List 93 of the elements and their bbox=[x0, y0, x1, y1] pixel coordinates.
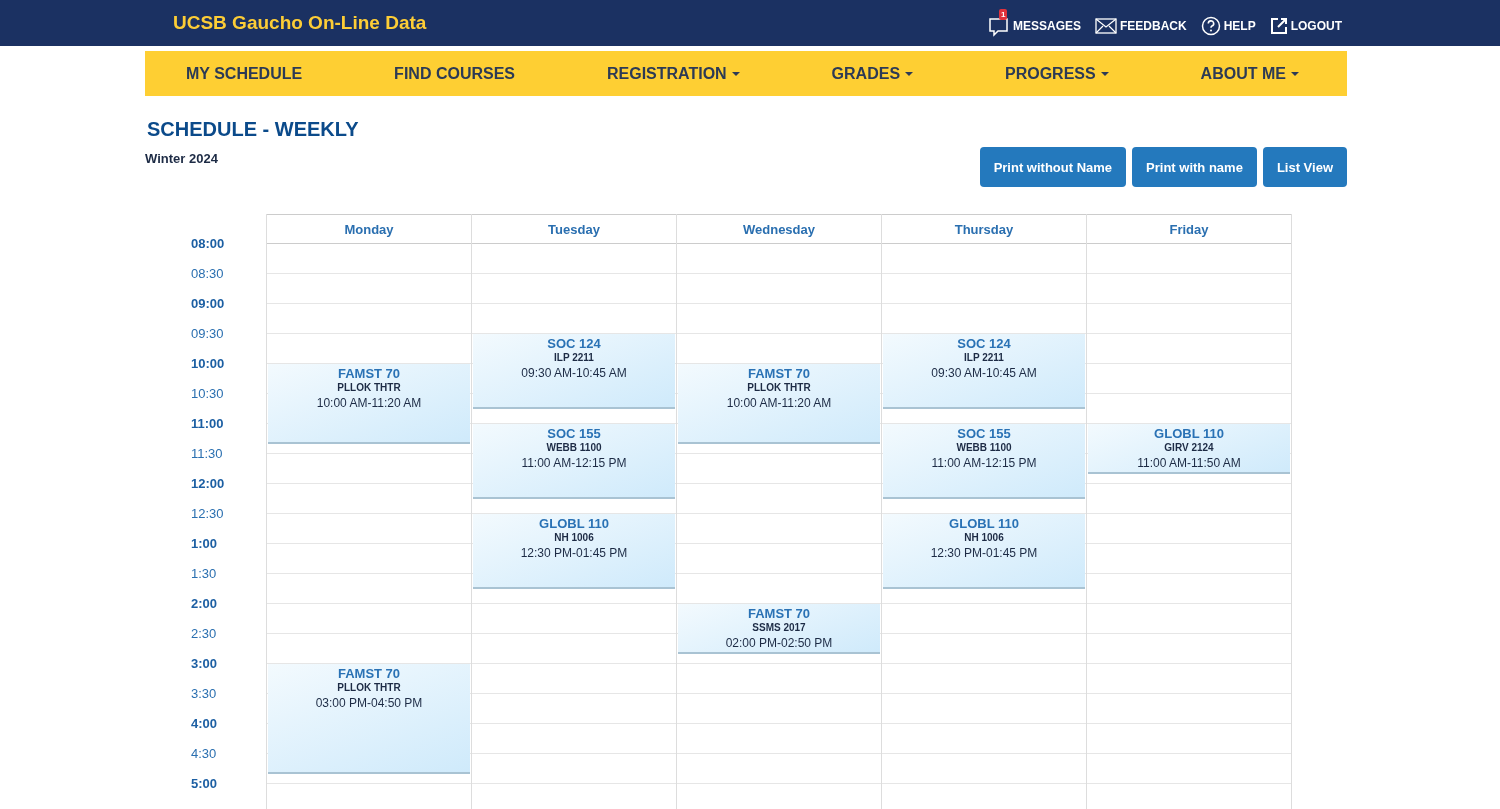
time-label: 08:30 bbox=[190, 267, 225, 283]
class-block[interactable]: FAMST 70 SSMS 2017 02:00 PM-02:50 PM bbox=[678, 604, 880, 654]
room-label: WEBB 1100 bbox=[546, 442, 602, 453]
action-button[interactable]: Print without Name bbox=[979, 147, 1127, 187]
class-block[interactable]: FAMST 70 PLLOK THTR 03:00 PM-04:50 PM bbox=[268, 664, 470, 774]
day-header: Friday bbox=[1087, 214, 1291, 244]
class-time: 11:00 AM-12:15 PM bbox=[521, 456, 627, 470]
class-time: 02:00 PM-02:50 PM bbox=[725, 636, 833, 650]
envelope-icon bbox=[1095, 18, 1117, 34]
course-code: GLOBL 110 bbox=[539, 516, 609, 531]
room-label: ILP 2211 bbox=[554, 352, 594, 363]
course-code: FAMST 70 bbox=[747, 606, 811, 621]
class-time: 11:00 AM-12:15 PM bbox=[931, 456, 1037, 470]
room-label: PLLOK THTR bbox=[337, 682, 401, 693]
message-count: 1 bbox=[998, 9, 1008, 20]
class-block[interactable]: FAMST 70 PLLOK THTR 10:00 AM-11:20 AM bbox=[268, 364, 470, 444]
caret-icon bbox=[1290, 71, 1299, 76]
time-label: 12:30 bbox=[190, 507, 225, 523]
nav-item[interactable]: FIND COURSES bbox=[394, 64, 515, 83]
caret-icon bbox=[1100, 71, 1109, 76]
class-block[interactable]: GLOBL 110 NH 1006 12:30 PM-01:45 PM bbox=[473, 514, 675, 589]
course-code: SOC 155 bbox=[547, 426, 601, 441]
course-code: SOC 155 bbox=[957, 426, 1011, 441]
class-block[interactable]: SOC 124 ILP 2211 09:30 AM-10:45 AM bbox=[473, 334, 675, 409]
site-title: UCSB Gaucho On-Line Data bbox=[173, 12, 427, 34]
nav-item[interactable]: REGISTRATION bbox=[606, 64, 740, 83]
course-code: FAMST 70 bbox=[337, 666, 401, 681]
time-label: 1:30 bbox=[190, 567, 218, 583]
room-label: NH 1006 bbox=[554, 532, 594, 543]
header-link[interactable]: 1 MESSAGES bbox=[987, 9, 1081, 37]
action-button[interactable]: Print with name bbox=[1132, 147, 1257, 187]
class-time: 10:00 AM-11:20 AM bbox=[316, 396, 422, 410]
time-label: 11:30 bbox=[190, 447, 224, 463]
time-label: 5:00 bbox=[190, 777, 219, 793]
class-time: 12:30 PM-01:45 PM bbox=[520, 546, 628, 560]
room-label: WEBB 1100 bbox=[956, 442, 1012, 453]
time-label: 2:30 bbox=[190, 627, 218, 643]
time-label: 4:00 bbox=[190, 717, 219, 733]
caret-icon bbox=[731, 71, 740, 76]
time-label: 3:00 bbox=[190, 657, 219, 673]
class-time: 11:00 AM-11:50 AM bbox=[1137, 456, 1241, 470]
time-label: 12:00 bbox=[190, 477, 226, 493]
class-time: 09:30 AM-10:45 AM bbox=[931, 366, 1037, 380]
course-code: GLOBL 110 bbox=[949, 516, 1019, 531]
day-header: Tuesday bbox=[472, 214, 676, 244]
class-block[interactable]: GLOBL 110 NH 1006 12:30 PM-01:45 PM bbox=[883, 514, 1085, 589]
header-link[interactable]: FEEDBACK bbox=[1095, 12, 1187, 34]
class-time: 03:00 PM-04:50 PM bbox=[315, 696, 423, 710]
room-label: ILP 2211 bbox=[964, 352, 1004, 363]
room-label: NH 1006 bbox=[964, 532, 1004, 543]
time-label: 09:00 bbox=[190, 297, 226, 313]
class-time: 09:30 AM-10:45 AM bbox=[521, 366, 627, 380]
course-code: SOC 124 bbox=[547, 336, 601, 351]
nav-item[interactable]: PROGRESS bbox=[1005, 64, 1109, 83]
course-code: FAMST 70 bbox=[337, 366, 401, 381]
course-code: GLOBL 110 bbox=[1154, 426, 1224, 441]
day-header: Wednesday bbox=[677, 214, 881, 244]
nav-item[interactable]: GRADES bbox=[831, 64, 914, 83]
class-block[interactable]: SOC 124 ILP 2211 09:30 AM-10:45 AM bbox=[883, 334, 1085, 409]
time-label: 2:00 bbox=[190, 597, 219, 613]
header-link[interactable]: HELP bbox=[1200, 10, 1256, 36]
class-time: 12:30 PM-01:45 PM bbox=[930, 546, 1038, 560]
term-label: Winter 2024 bbox=[145, 151, 218, 166]
room-label: SSMS 2017 bbox=[752, 622, 806, 633]
chat-bubble-icon bbox=[987, 15, 1010, 37]
room-label: PLLOK THTR bbox=[747, 382, 811, 393]
time-label: 11:00 bbox=[190, 417, 225, 433]
nav-item[interactable]: MY SCHEDULE bbox=[186, 64, 303, 83]
external-link-icon bbox=[1269, 17, 1288, 35]
day-header: Thursday bbox=[882, 214, 1086, 244]
class-block[interactable]: SOC 155 WEBB 1100 11:00 AM-12:15 PM bbox=[473, 424, 675, 499]
time-label: 1:00 bbox=[190, 537, 219, 553]
course-code: SOC 124 bbox=[957, 336, 1011, 351]
action-button[interactable]: List View bbox=[1262, 147, 1347, 187]
time-label: 10:00 bbox=[190, 357, 226, 373]
nav-item[interactable]: ABOUT ME bbox=[1200, 64, 1299, 83]
page-title: SCHEDULE - WEEKLY bbox=[147, 118, 360, 141]
room-label: PLLOK THTR bbox=[337, 382, 401, 393]
room-label: GIRV 2124 bbox=[1164, 442, 1214, 453]
help-icon bbox=[1200, 16, 1221, 36]
time-label: 08:00 bbox=[190, 237, 226, 253]
class-block[interactable]: FAMST 70 PLLOK THTR 10:00 AM-11:20 AM bbox=[678, 364, 880, 444]
time-label: 10:30 bbox=[190, 387, 225, 403]
day-header: Monday bbox=[267, 214, 471, 244]
course-code: FAMST 70 bbox=[747, 366, 811, 381]
class-block[interactable]: GLOBL 110 GIRV 2124 11:00 AM-11:50 AM bbox=[1088, 424, 1290, 474]
class-time: 10:00 AM-11:20 AM bbox=[726, 396, 832, 410]
class-block[interactable]: SOC 155 WEBB 1100 11:00 AM-12:15 PM bbox=[883, 424, 1085, 499]
time-label: 4:30 bbox=[190, 747, 218, 763]
caret-icon bbox=[905, 71, 914, 76]
header-link[interactable]: LOGOUT bbox=[1269, 11, 1342, 35]
time-label: 3:30 bbox=[190, 687, 218, 703]
time-label: 09:30 bbox=[190, 327, 225, 343]
